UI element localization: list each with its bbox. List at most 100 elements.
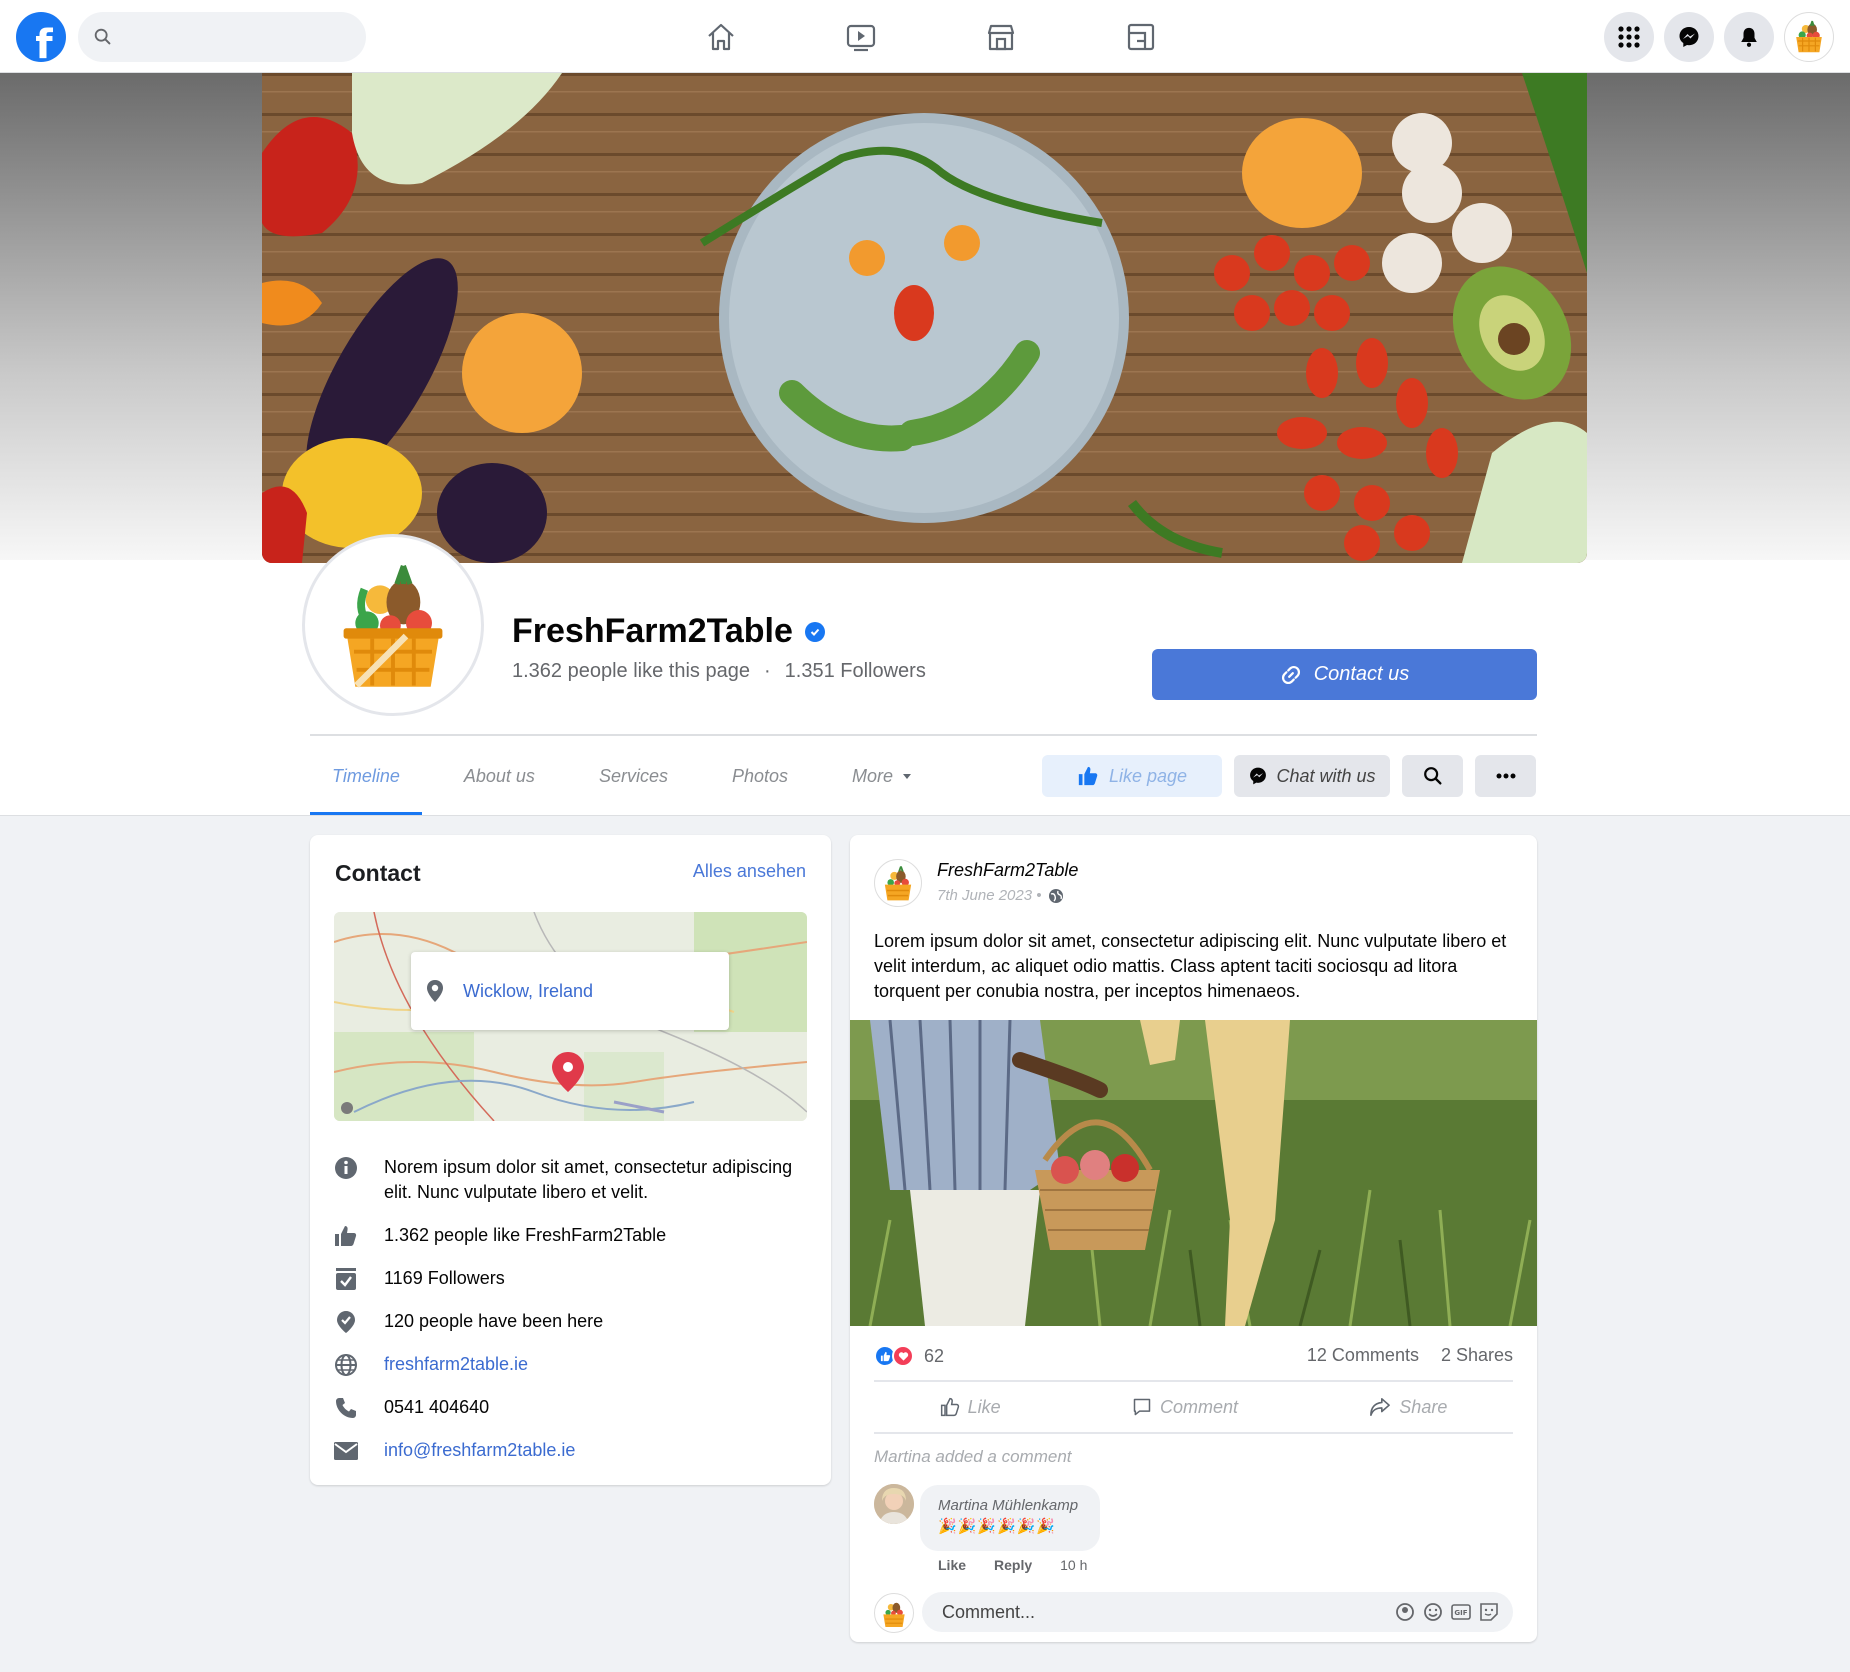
page-action-buttons: Like page Chat with us (1042, 755, 1536, 797)
page-name-text: FreshFarm2Table (512, 612, 793, 650)
marketplace-nav-button[interactable] (970, 10, 1032, 64)
post-author-name[interactable]: FreshFarm2Table (937, 860, 1078, 881)
sticker-icon[interactable] (1479, 1602, 1499, 1622)
link-icon (1281, 665, 1300, 684)
gif-icon[interactable]: GIF (1451, 1602, 1471, 1622)
notifications-button[interactable] (1724, 12, 1774, 62)
cover-photo[interactable] (262, 73, 1587, 563)
comment-reply-button[interactable]: Reply (994, 1557, 1032, 1573)
post-action-bar: Like Comment Share (874, 1382, 1513, 1432)
checkins-row: 120 people have been here (332, 1309, 812, 1334)
search-input[interactable] (122, 12, 358, 62)
like-page-button[interactable]: Like page (1042, 755, 1222, 797)
search-box[interactable] (78, 12, 366, 62)
page-tabs: Timeline About us Services Photos More (310, 737, 953, 815)
chat-with-us-button[interactable]: Chat with us (1234, 755, 1390, 797)
pages-nav-button[interactable] (1110, 10, 1172, 64)
page-profile-picture[interactable] (305, 537, 481, 713)
basket-logo-icon (884, 866, 912, 901)
tab-about-us[interactable]: About us (442, 737, 557, 815)
thumbs-up-icon (332, 1223, 360, 1248)
envelope-icon (332, 1438, 360, 1463)
facebook-logo-icon[interactable]: f (16, 12, 66, 62)
tab-timeline[interactable]: Timeline (310, 737, 422, 815)
home-nav-button[interactable] (690, 10, 752, 64)
tab-more[interactable]: More (830, 737, 933, 815)
comment-input[interactable] (942, 1592, 1382, 1632)
harvest-basket-photo (850, 1020, 1537, 1326)
comment-actions: Like Reply 10 h (938, 1557, 1087, 1573)
messenger-button[interactable] (1664, 12, 1714, 62)
globe-icon (1048, 888, 1063, 903)
location-pin-icon (427, 980, 443, 1002)
comment-activity-label: Martina added a comment (874, 1447, 1072, 1466)
ellipsis-icon (1496, 773, 1515, 779)
see-all-link[interactable]: Alles ansehen (693, 861, 806, 882)
thumbs-up-outline-icon (940, 1397, 959, 1417)
comments-count[interactable]: 12 Comments (1307, 1345, 1419, 1366)
post-divider (874, 1432, 1513, 1434)
share-icon (1370, 1398, 1391, 1416)
website-link[interactable]: freshfarm2table.ie (384, 1352, 528, 1377)
post-share-button[interactable]: Share (1369, 1397, 1447, 1418)
header-divider (310, 734, 1537, 736)
love-reaction-icon (892, 1345, 914, 1367)
reaction-count: 62 (924, 1345, 945, 1366)
commenter-name[interactable]: Martina Mühlenkamp (938, 1497, 1082, 1514)
post-like-button[interactable]: Like (940, 1397, 1001, 1418)
page-search-button[interactable] (1402, 755, 1463, 797)
location-map[interactable]: Wicklow, Ireland (334, 912, 807, 1121)
followers-row: 1169 Followers (332, 1266, 812, 1291)
more-options-button[interactable] (1475, 755, 1536, 797)
emoji-icon[interactable] (1423, 1602, 1443, 1622)
composer-icons: GIF (1395, 1602, 1499, 1622)
commenter-avatar[interactable] (874, 1484, 914, 1524)
thumbs-up-icon (1078, 766, 1098, 786)
contact-us-button[interactable]: Contact us (1152, 649, 1537, 700)
contact-card-title: Contact (335, 860, 421, 886)
cover-vegetables-image (262, 73, 1587, 563)
shares-count[interactable]: 2 Shares (1441, 1345, 1513, 1366)
followers-text: 1169 Followers (384, 1268, 505, 1288)
video-icon (846, 24, 876, 52)
comment-like-button[interactable]: Like (938, 1557, 966, 1573)
menu-button[interactable] (1604, 12, 1654, 62)
post-photo[interactable] (850, 1020, 1537, 1326)
tab-services[interactable]: Services (577, 737, 690, 815)
comment-text: 🎉🎉🎉🎉🎉🎉 (938, 1518, 1057, 1535)
email-link[interactable]: info@freshfarm2table.ie (384, 1438, 575, 1463)
person-avatar-image (874, 1484, 914, 1524)
post-author-avatar[interactable] (874, 859, 922, 907)
contact-card: Contact Alles ansehen Wicklow, Ireland N (310, 835, 831, 1485)
phone-row: 0541 404640 (332, 1395, 812, 1420)
likes-row: 1.362 people like FreshFarm2Table (332, 1223, 812, 1248)
comment-icon (1133, 1398, 1151, 1416)
comment-composer: GIF (922, 1592, 1513, 1632)
followers-icon (332, 1266, 360, 1291)
website-row: freshfarm2table.ie (332, 1352, 812, 1377)
current-user-avatar (874, 1593, 914, 1633)
comment-timestamp[interactable]: 10 h (1060, 1557, 1087, 1573)
search-icon (1423, 767, 1442, 785)
watch-nav-button[interactable] (830, 10, 892, 64)
grid-menu-icon (1618, 26, 1640, 48)
avatar-sticker-icon[interactable] (1395, 1602, 1415, 1622)
reaction-summary[interactable]: 62 (874, 1345, 944, 1367)
about-row: Norem ipsum dolor sit amet, consectetur … (332, 1155, 812, 1205)
contact-info-list: Norem ipsum dolor sit amet, consectetur … (332, 1155, 812, 1481)
map-location-popup[interactable]: Wicklow, Ireland (411, 952, 729, 1030)
verified-badge-icon (804, 621, 825, 642)
account-avatar[interactable] (1784, 12, 1834, 62)
basket-logo-icon (1796, 20, 1822, 53)
email-row: info@freshfarm2table.ie (332, 1438, 812, 1463)
post-comment-button[interactable]: Comment (1132, 1397, 1238, 1418)
phone-text[interactable]: 0541 404640 (384, 1395, 489, 1420)
post-date[interactable]: 7th June 2023 • (937, 887, 1042, 904)
tab-photos[interactable]: Photos (710, 737, 810, 815)
post-meta: 7th June 2023 • (937, 887, 1064, 904)
page-title: FreshFarm2Table (512, 612, 825, 651)
caret-down-icon (903, 773, 912, 779)
top-navigation-bar: f (0, 0, 1850, 73)
basket-logo-icon (883, 1602, 905, 1628)
page-stats: 1.362 people like this page · 1.351 Foll… (512, 660, 926, 683)
